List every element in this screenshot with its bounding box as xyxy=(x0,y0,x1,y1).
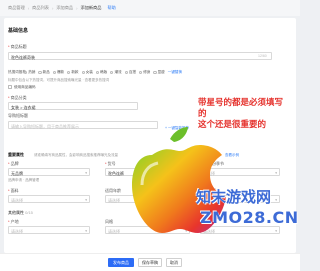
radio-icon xyxy=(139,70,143,75)
hot-word-option[interactable]: 热销 xyxy=(24,70,35,75)
hot-words-list: 热销 新品 爆款 新款 女装 韩版 潮流 百搭 修身 显瘦 一键替换 xyxy=(24,70,182,75)
hot-word-option[interactable]: 显瘦 xyxy=(153,70,165,75)
help-link[interactable]: 帮助 xyxy=(107,5,115,11)
breadcrumb-separator: › xyxy=(27,5,30,11)
radio-icon xyxy=(95,70,100,75)
hot-word-option[interactable]: 女装 xyxy=(81,70,93,75)
radio-icon xyxy=(110,70,114,75)
breadcrumb-separator: › xyxy=(51,5,54,11)
radio-icon xyxy=(24,70,28,75)
hot-word-option[interactable]: 百搭 xyxy=(124,70,136,75)
title-label: * 商品标题 xyxy=(8,44,27,49)
title-counter: 12/60 xyxy=(258,54,267,58)
hot-word-option[interactable]: 潮流 xyxy=(110,70,122,75)
breadcrumb-item-2[interactable]: 商品列表 xyxy=(32,5,49,11)
radio-icon xyxy=(38,70,42,75)
brand-label: * 品牌 xyxy=(8,161,19,166)
origin-label: * 产地 xyxy=(8,219,19,224)
radio-icon xyxy=(124,70,128,75)
title-input[interactable]: 驼色连裤奇装 xyxy=(8,52,272,60)
breadcrumb-separator: › xyxy=(76,5,78,11)
material-select[interactable]: 请选择 ▾ xyxy=(8,195,90,203)
radio-icon xyxy=(153,70,157,75)
radio-icon xyxy=(81,70,85,75)
chevron-down-icon: ▾ xyxy=(85,228,87,233)
hot-words-hint: 标题中包含以下热搜词，可提升商品搜索曝光量 · 查看更多热搜词 xyxy=(8,78,110,82)
breadcrumb-item-3[interactable]: 添加商品 xyxy=(56,5,73,11)
hot-word-option[interactable]: 韩版 xyxy=(95,70,107,75)
breadcrumb-item-current: 添加新商品 xyxy=(80,5,102,10)
cancel-button[interactable]: 取消 xyxy=(166,258,182,267)
origin-select[interactable]: 请选择 ▾ xyxy=(8,226,90,234)
save-draft-button[interactable]: 保存草稿 xyxy=(138,258,162,267)
publish-button[interactable]: 发布商品 xyxy=(108,258,134,267)
breadcrumb: 商品管理 › 商品列表 › 添加商品 › 添加新商品 帮助 xyxy=(0,0,300,16)
watermark-url: ZMO28.CN xyxy=(200,208,299,227)
use-code-checkbox[interactable] xyxy=(8,85,12,89)
section-attr-title: 重要属性 xyxy=(8,152,24,157)
attr-hint: 请准确填写商品属性，会影响商品搜索推荐曝光及流量 xyxy=(34,152,118,157)
hot-words-replace-link[interactable]: 一键替换 xyxy=(168,70,182,75)
hot-word-option[interactable]: 修身 xyxy=(139,70,150,75)
category-label: * 商品分类 xyxy=(8,95,27,100)
chevron-down-icon: ▾ xyxy=(85,197,87,202)
hot-word-option[interactable]: 新款 xyxy=(67,70,79,75)
section-basic-title: 基础信息 xyxy=(8,28,29,34)
hot-word-option[interactable]: 爆款 xyxy=(52,70,64,75)
model-label: * 货号 xyxy=(105,161,116,166)
radio-icon xyxy=(67,70,71,75)
brand-select[interactable]: 无品牌 ▾ xyxy=(8,168,90,176)
category-select[interactable]: 女装 > 连衣裙 xyxy=(8,102,138,110)
other-attr-title: 其他属性 0/15 xyxy=(8,210,33,215)
age-label: 适用年龄 xyxy=(105,188,121,193)
use-code-label: 使用商品编码 xyxy=(14,85,36,89)
material-label: * 面料 xyxy=(8,188,19,193)
watermark-title: 知末游戏网 xyxy=(196,188,272,206)
brand-hint: 品牌申请 · 品牌管理 xyxy=(8,178,40,182)
style-label: 风格 xyxy=(105,219,113,224)
chevron-down-icon: ▾ xyxy=(85,170,87,175)
short-title-label: 导购短标题 xyxy=(8,113,28,118)
breadcrumb-item-1[interactable]: 商品管理 xyxy=(8,5,25,11)
hot-word-option[interactable]: 新品 xyxy=(38,70,50,75)
radio-icon xyxy=(52,70,56,75)
